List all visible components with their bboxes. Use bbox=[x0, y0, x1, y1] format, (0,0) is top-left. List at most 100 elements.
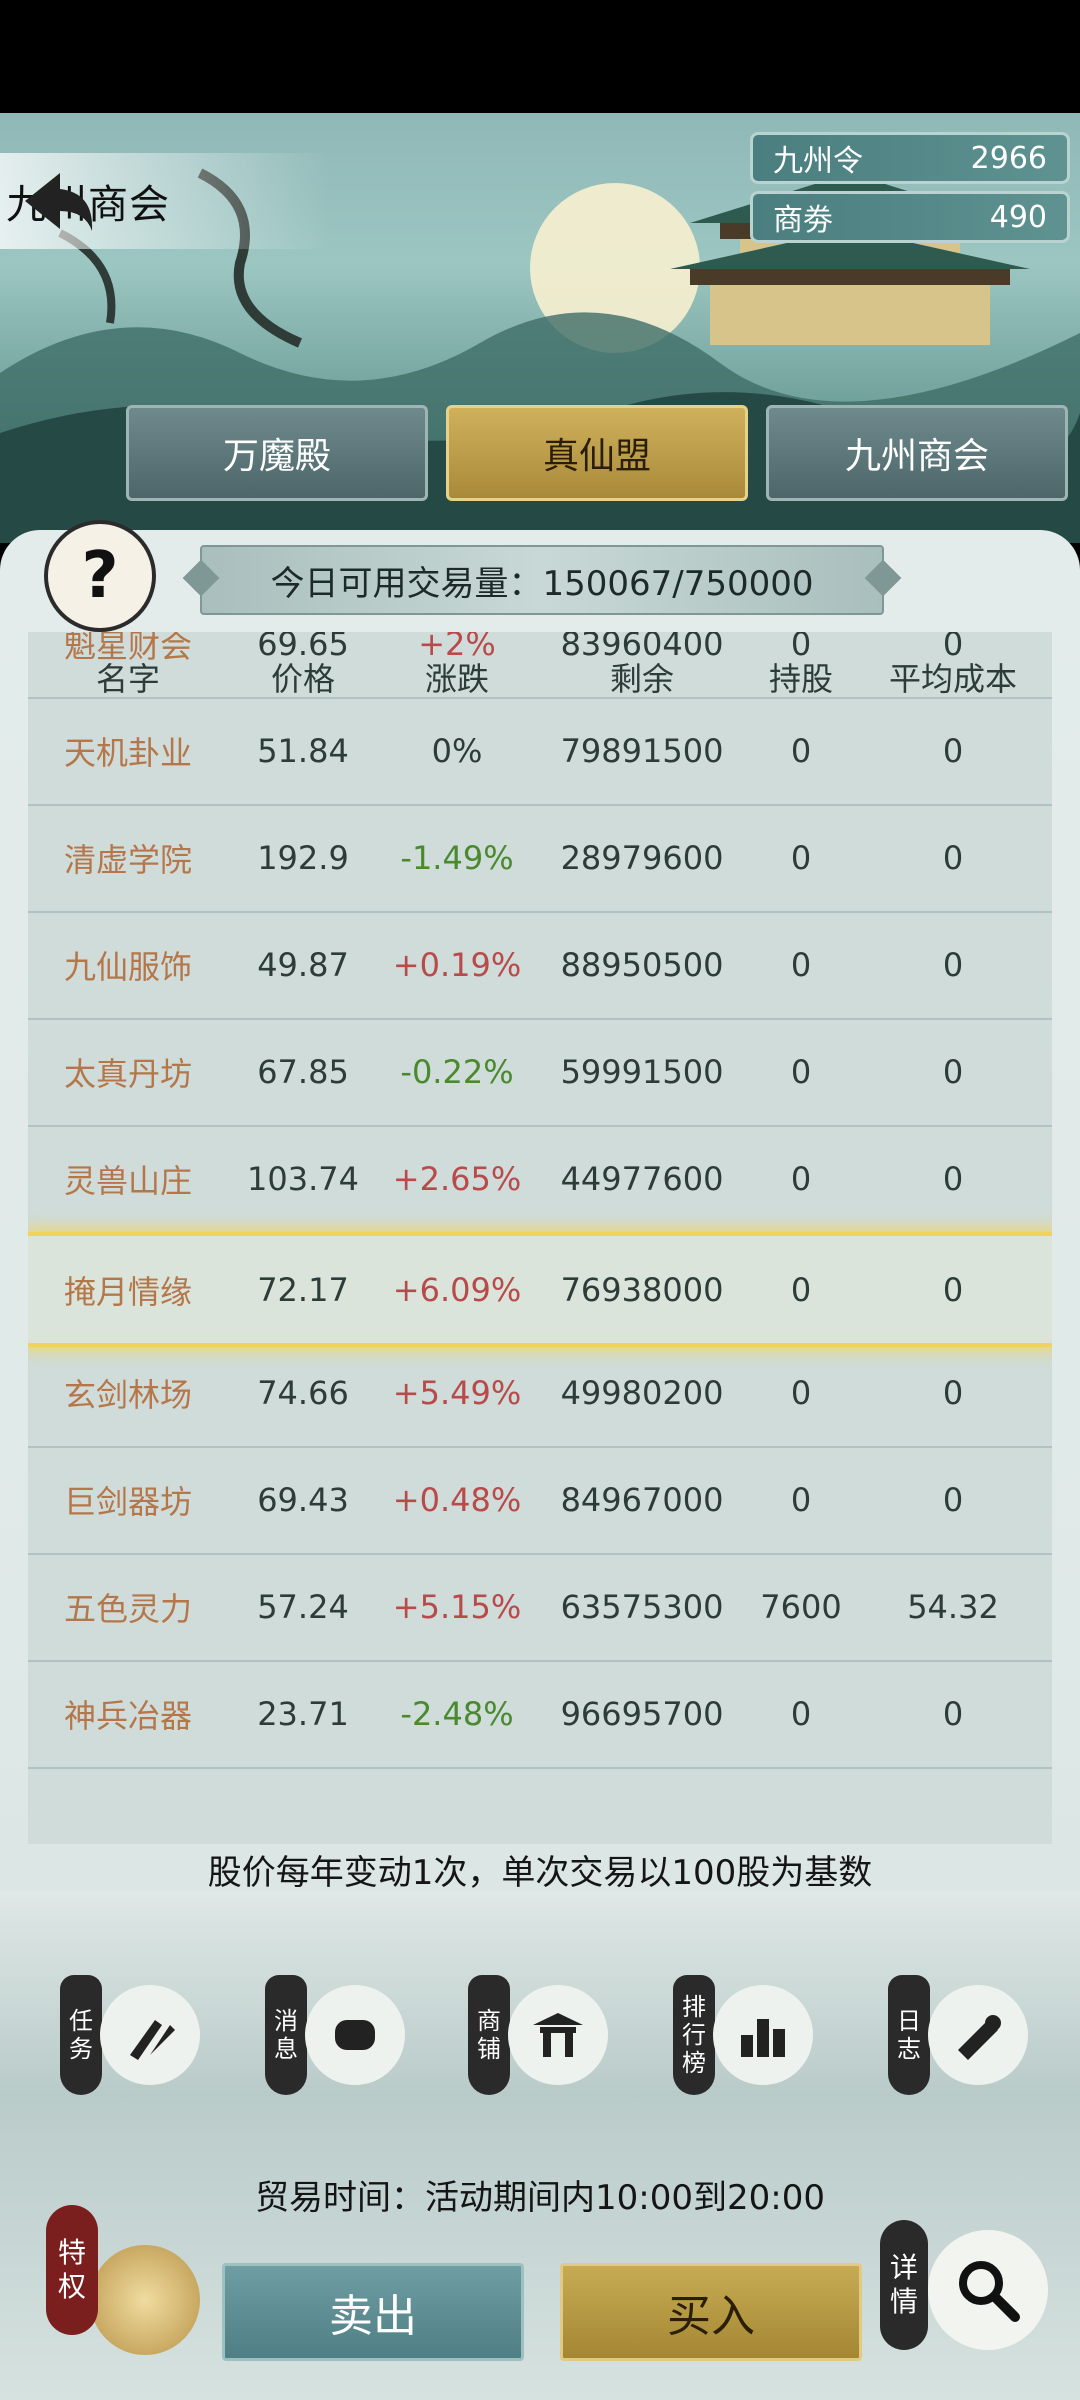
action-tag: 商铺 bbox=[468, 1975, 510, 2095]
stock-change: +5.49% bbox=[392, 1373, 522, 1412]
table-row[interactable]: 魁星财会 69.65 +2% 83960400 0 0 bbox=[28, 632, 1052, 699]
table-row[interactable]: 清虚学院 192.9 -1.49% 28979600 0 0 bbox=[28, 804, 1052, 913]
stock-change: -0.22% bbox=[400, 1052, 514, 1091]
scroll-icon[interactable] bbox=[305, 1985, 405, 2085]
stock-name: 魁星财会 bbox=[63, 632, 192, 665]
footnote: 股价每年变动1次，单次交易以100股为基数 bbox=[207, 1853, 873, 1893]
stock-name: 掩月情缘 bbox=[63, 1272, 192, 1311]
stock-avg-cost: 0 bbox=[942, 632, 964, 663]
detail-button[interactable]: 详情 bbox=[880, 2220, 1070, 2360]
back-arrow-icon[interactable] bbox=[10, 153, 100, 243]
action-shop[interactable]: 商铺 bbox=[468, 1975, 608, 2105]
shop-gate-icon[interactable] bbox=[508, 1985, 608, 2085]
stock-change: +2% bbox=[418, 632, 496, 663]
stock-name: 灵兽山庄 bbox=[63, 1161, 192, 1200]
currency-label: 九州令 bbox=[773, 144, 863, 179]
stock-held: 0 bbox=[790, 1694, 812, 1733]
stock-remaining: 49980200 bbox=[560, 1373, 724, 1412]
action-log[interactable]: 日志 bbox=[888, 1975, 1028, 2105]
stock-remaining: 88950500 bbox=[560, 945, 724, 984]
stock-table[interactable]: 名字 价格 涨跌 剩余 持股 平均成本 魁星财会 69.65 +2% 83960400… bbox=[28, 632, 1052, 1844]
privilege-emblem-icon bbox=[90, 2245, 200, 2355]
stock-price: 69.65 bbox=[257, 632, 349, 663]
table-row[interactable]: 五色灵力 57.24 +5.15% 63575300 7600 54.32 bbox=[28, 1553, 1052, 1662]
stock-name: 神兵冶器 bbox=[63, 1696, 192, 1735]
stock-avg-cost: 0 bbox=[942, 731, 964, 770]
stock-remaining: 84967000 bbox=[560, 1480, 724, 1519]
stock-price: 72.17 bbox=[257, 1270, 349, 1309]
stock-change: -2.48% bbox=[400, 1694, 514, 1733]
stock-remaining: 96695700 bbox=[560, 1694, 724, 1733]
stock-held: 0 bbox=[790, 632, 812, 663]
stock-price: 74.66 bbox=[257, 1373, 349, 1412]
action-tag: 排行榜 bbox=[673, 1975, 715, 2095]
stock-remaining: 79891500 bbox=[560, 731, 724, 770]
ranking-bars-icon[interactable] bbox=[713, 1985, 813, 2085]
currency-shangquan: 商劵 490 bbox=[750, 191, 1070, 243]
stock-name: 太真丹坊 bbox=[63, 1054, 192, 1093]
table-row[interactable]: 玄剑林场 74.66 +5.49% 49980200 0 0 bbox=[28, 1339, 1052, 1448]
table-row[interactable]: 灵兽山庄 103.74 +2.65% 44977600 0 0 bbox=[28, 1125, 1052, 1234]
action-tag: 任务 bbox=[60, 1975, 102, 2095]
stock-held: 0 bbox=[790, 1159, 812, 1198]
stock-change: +2.65% bbox=[392, 1159, 522, 1198]
table-row[interactable]: 神兵冶器 23.71 -2.48% 96695700 0 0 bbox=[28, 1660, 1052, 1769]
help-icon[interactable]: ? bbox=[44, 520, 156, 632]
stock-avg-cost: 0 bbox=[942, 1159, 964, 1198]
daily-volume-bar: 今日可用交易量：150067/750000 bbox=[200, 545, 884, 615]
stock-avg-cost: 0 bbox=[942, 1052, 964, 1091]
sell-button[interactable]: 卖出 bbox=[222, 2263, 524, 2361]
stock-remaining: 76938000 bbox=[560, 1270, 724, 1309]
stock-name: 天机卦业 bbox=[63, 733, 192, 772]
stock-avg-cost: 54.32 bbox=[907, 1587, 999, 1626]
stock-price: 23.71 bbox=[257, 1694, 349, 1733]
daily-volume-text: 今日可用交易量：150067/750000 bbox=[270, 563, 814, 604]
stock-remaining: 44977600 bbox=[560, 1159, 724, 1198]
faction-tabs: 万魔殿 真仙盟 九州商会 bbox=[126, 405, 1070, 501]
currency-label: 商劵 bbox=[773, 203, 833, 238]
action-tag: 日志 bbox=[888, 1975, 930, 2095]
currency-value: 2966 bbox=[970, 140, 1047, 176]
stock-avg-cost: 0 bbox=[942, 1480, 964, 1519]
action-task[interactable]: 任务 bbox=[60, 1975, 200, 2105]
stock-avg-cost: 0 bbox=[942, 838, 964, 877]
stock-held: 0 bbox=[790, 731, 812, 770]
privilege-button[interactable]: 特权 bbox=[40, 2205, 210, 2375]
stock-held: 0 bbox=[790, 1480, 812, 1519]
table-row[interactable]: 掩月情缘 72.17 +6.09% 76938000 0 0 bbox=[28, 1232, 1052, 1347]
stock-avg-cost: 0 bbox=[942, 945, 964, 984]
table-row[interactable]: 巨剑器坊 69.43 +0.48% 84967000 0 0 bbox=[28, 1446, 1052, 1555]
detail-tag: 详情 bbox=[880, 2220, 928, 2350]
stock-remaining: 83960400 bbox=[560, 632, 724, 663]
table-row[interactable]: 九仙服饰 49.87 +0.19% 88950500 0 0 bbox=[28, 911, 1052, 1020]
table-row[interactable]: 太真丹坊 67.85 -0.22% 59991500 0 0 bbox=[28, 1018, 1052, 1127]
stock-name: 清虚学院 bbox=[63, 840, 192, 879]
stock-held: 0 bbox=[790, 838, 812, 877]
magnifier-icon[interactable] bbox=[928, 2230, 1048, 2350]
tab-zhenxianmeng[interactable]: 真仙盟 bbox=[446, 405, 748, 501]
stock-held: 0 bbox=[790, 945, 812, 984]
action-ranking[interactable]: 排行榜 bbox=[673, 1975, 813, 2105]
stock-remaining: 63575300 bbox=[560, 1587, 724, 1626]
brush-icon[interactable] bbox=[100, 1985, 200, 2085]
stock-price: 192.9 bbox=[257, 838, 349, 877]
buy-button[interactable]: 买入 bbox=[560, 2263, 862, 2361]
stock-avg-cost: 0 bbox=[942, 1270, 964, 1309]
stock-change: -1.49% bbox=[400, 838, 514, 877]
stock-price: 57.24 bbox=[257, 1587, 349, 1626]
action-message[interactable]: 消息 bbox=[265, 1975, 405, 2105]
back-navigation[interactable]: 九州商会 bbox=[0, 153, 330, 249]
table-row[interactable]: 天机卦业 51.84 0% 79891500 0 0 bbox=[28, 697, 1052, 806]
stock-avg-cost: 0 bbox=[942, 1694, 964, 1733]
status-bar bbox=[0, 0, 1080, 113]
currency-value: 490 bbox=[989, 199, 1047, 235]
stock-price: 51.84 bbox=[257, 731, 349, 770]
tab-jiuzhoushanghui[interactable]: 九州商会 bbox=[766, 405, 1068, 501]
stock-price: 67.85 bbox=[257, 1052, 349, 1091]
stock-change: +0.48% bbox=[392, 1480, 522, 1519]
stock-change: 0% bbox=[431, 731, 483, 770]
stock-held: 7600 bbox=[760, 1587, 842, 1626]
log-scroll-icon[interactable] bbox=[928, 1985, 1028, 2085]
stock-held: 0 bbox=[790, 1373, 812, 1412]
tab-wanmodian[interactable]: 万魔殿 bbox=[126, 405, 428, 501]
